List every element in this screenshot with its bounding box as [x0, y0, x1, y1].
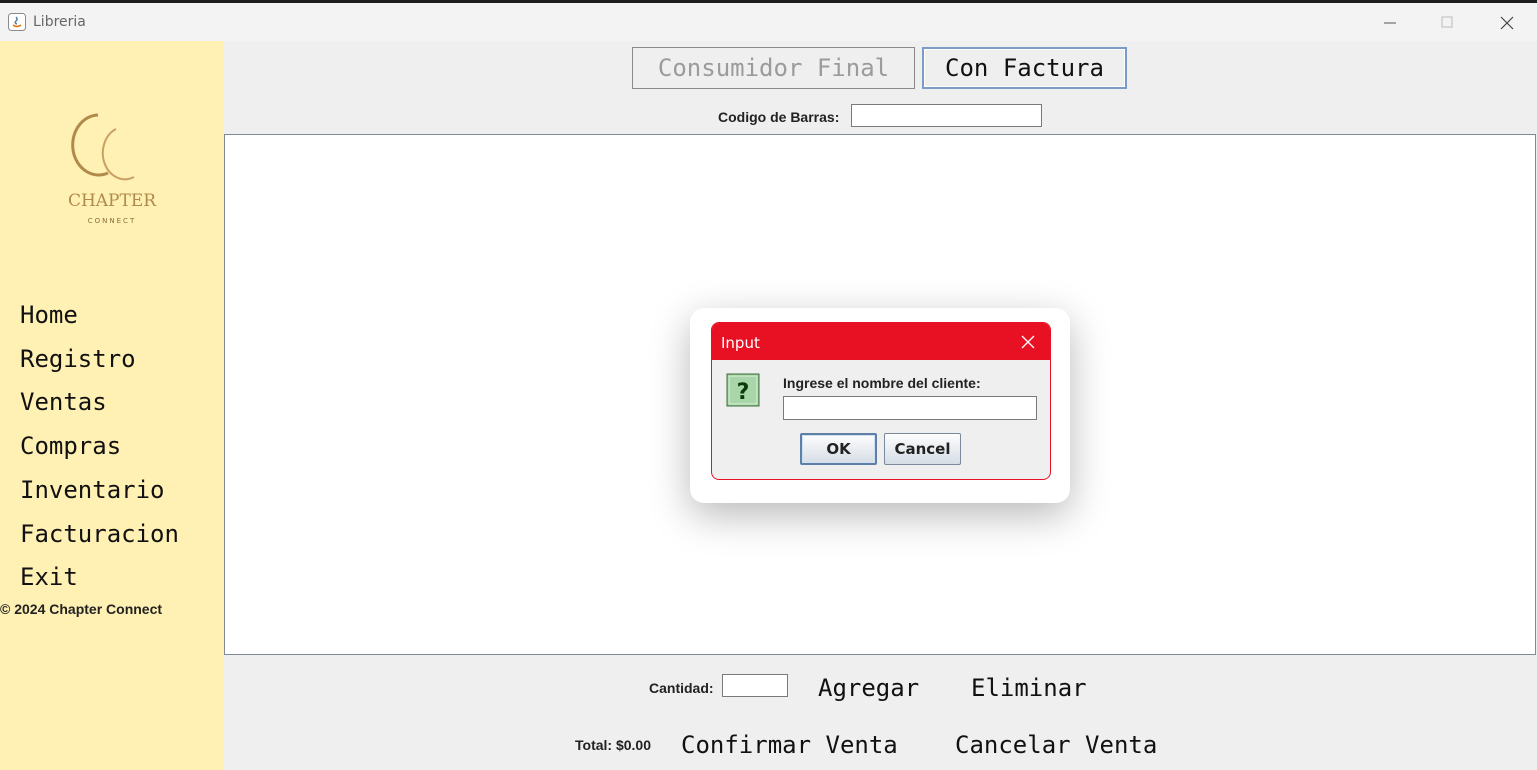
window-title: Libreria — [33, 14, 86, 30]
nav-ventas[interactable]: Ventas — [20, 388, 107, 416]
java-app-icon — [8, 13, 26, 31]
cancel-button[interactable]: Cancel — [884, 433, 961, 465]
dialog-titlebar: Input — [712, 323, 1050, 360]
question-icon: ? — [726, 373, 760, 407]
nav-inventario[interactable]: Inventario — [20, 476, 165, 504]
total-label: Total: $0.00 — [575, 737, 651, 753]
cancelar-venta-button[interactable]: Cancelar Venta — [955, 731, 1157, 759]
barcode-label: Codigo de Barras: — [718, 109, 840, 125]
dialog-close-icon[interactable] — [1016, 331, 1040, 353]
consumidor-final-button[interactable]: Consumidor Final — [632, 47, 915, 89]
minimize-icon[interactable] — [1367, 9, 1413, 37]
sidebar: CHAPTER CONNECT Home Registro Ventas Com… — [0, 41, 224, 770]
maximize-icon[interactable] — [1424, 9, 1470, 37]
barcode-input[interactable] — [851, 104, 1042, 127]
nav-exit[interactable]: Exit — [20, 563, 78, 591]
ok-button[interactable]: OK — [800, 433, 877, 465]
dialog-title: Input — [721, 334, 760, 352]
agregar-button[interactable]: Agregar — [818, 674, 919, 702]
logo-connect-text: CONNECT — [88, 217, 136, 225]
nav-home[interactable]: Home — [20, 301, 78, 329]
window-titlebar: Libreria — [0, 3, 1537, 41]
svg-text:?: ? — [737, 380, 750, 405]
nav-compras[interactable]: Compras — [20, 432, 121, 460]
close-icon[interactable] — [1484, 9, 1530, 37]
copyright-text: © 2024 Chapter Connect — [0, 601, 163, 617]
con-factura-button[interactable]: Con Factura — [922, 47, 1127, 89]
dialog-prompt: Ingrese el nombre del cliente: — [783, 375, 981, 391]
chapter-connect-logo: CHAPTER CONNECT — [68, 113, 157, 225]
confirmar-venta-button[interactable]: Confirmar Venta — [681, 731, 898, 759]
logo-chapter-text: CHAPTER — [68, 191, 157, 211]
client-name-input[interactable] — [783, 396, 1037, 420]
input-dialog: Input ? Ingrese el nombre del cliente: O… — [711, 322, 1051, 480]
nav-facturacion[interactable]: Facturacion — [20, 520, 179, 548]
cantidad-input[interactable] — [722, 674, 788, 697]
nav-registro[interactable]: Registro — [20, 345, 136, 373]
eliminar-button[interactable]: Eliminar — [971, 674, 1087, 702]
cantidad-label: Cantidad: — [649, 680, 714, 696]
